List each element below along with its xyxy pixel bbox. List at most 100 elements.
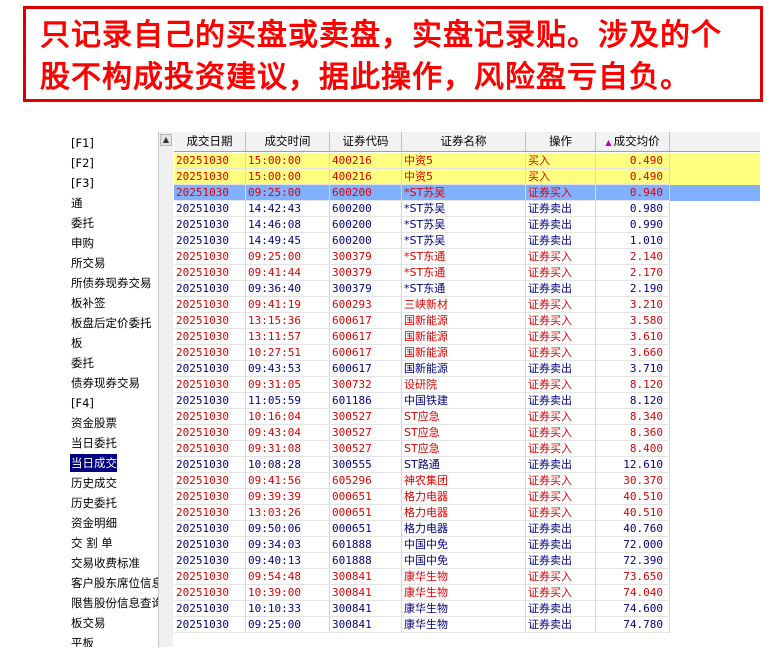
tree-item[interactable]: 所交易 xyxy=(70,254,106,272)
column-header-price[interactable]: ▲ 成交均价 xyxy=(596,132,670,151)
table-row[interactable]: 20251030 09:40:13 601888 中国中免 证券卖出 72.390 xyxy=(174,553,760,569)
cell-code: 600200 xyxy=(330,201,402,217)
cell-price: 30.370 xyxy=(596,473,670,489)
cell-op: 证券卖出 xyxy=(526,601,596,617)
table-row[interactable]: 20251030 14:49:45 600200 *ST苏吴 证券卖出 1.010 xyxy=(174,233,760,249)
tree-item[interactable]: 委托 xyxy=(70,214,94,232)
cell-name: 国新能源 xyxy=(402,361,526,377)
cell-op: 证券卖出 xyxy=(526,361,596,377)
table-row[interactable]: 20251030 13:15:36 600617 国新能源 证券买入 3.580 xyxy=(174,313,760,329)
tree-item[interactable]: 限售股份信息查询 xyxy=(70,594,158,612)
table-row[interactable]: 20251030 14:42:43 600200 *ST苏吴 证券卖出 0.980 xyxy=(174,201,760,217)
table-row[interactable]: 20251030 09:39:39 000651 格力电器 证券买入 40.510 xyxy=(174,489,760,505)
table-row[interactable]: 20251030 10:27:51 600617 国新能源 证券买入 3.660 xyxy=(174,345,760,361)
tree-item[interactable]: 资金明细 xyxy=(70,514,117,532)
column-header-time[interactable]: 成交时间 xyxy=(246,132,330,151)
tree-item[interactable]: [F3] xyxy=(70,174,94,192)
table-row[interactable]: 20251030 11:05:59 601186 中国铁建 证券卖出 8.120 xyxy=(174,393,760,409)
table-row[interactable]: 20251030 09:31:05 300732 设研院 证券买入 8.120 xyxy=(174,377,760,393)
cell-time: 09:40:13 xyxy=(246,553,330,569)
table-row[interactable]: 20251030 09:31:08 300527 ST应急 证券买入 8.400 xyxy=(174,441,760,457)
table-row[interactable]: 20251030 09:34:03 601888 中国中免 证券卖出 72.000 xyxy=(174,537,760,553)
cell-date: 20251030 xyxy=(174,217,246,233)
column-header-date[interactable]: 成交日期 xyxy=(174,132,246,151)
cell-date: 20251030 xyxy=(174,361,246,377)
table-row[interactable]: 20251030 09:54:48 300841 康华生物 证券买入 73.650 xyxy=(174,569,760,585)
cell-date: 20251030 xyxy=(174,441,246,457)
table-row[interactable]: 20251030 09:50:06 000651 格力电器 证券卖出 40.760 xyxy=(174,521,760,537)
cell-code: 600293 xyxy=(330,297,402,313)
tree-item[interactable]: 板盘后定价委托 xyxy=(70,314,152,332)
tree-item[interactable]: 交易收费标准 xyxy=(70,554,140,572)
cell-op: 证券买入 xyxy=(526,249,596,265)
tree-item[interactable]: 申购 xyxy=(70,234,94,252)
cell-date: 20251030 xyxy=(174,153,246,169)
cell-date: 20251030 xyxy=(174,265,246,281)
table-row[interactable]: 20251030 10:39:00 300841 康华生物 证券买入 74.040 xyxy=(174,585,760,601)
tree-item[interactable]: 当日委托 xyxy=(70,434,117,452)
table-row[interactable]: 20251030 15:00:00 400216 中资5 买入 0.490 xyxy=(174,169,760,185)
column-header-code[interactable]: 证券代码 xyxy=(330,132,402,151)
column-header-op[interactable]: 操作 xyxy=(526,132,596,151)
tree-item[interactable]: [F4] xyxy=(70,394,94,412)
table-row[interactable]: 20251030 09:43:53 600617 国新能源 证券卖出 3.710 xyxy=(174,361,760,377)
cell-name: 国新能源 xyxy=(402,345,526,361)
tree-item[interactable]: [F2] xyxy=(70,154,94,172)
cell-code: 601888 xyxy=(330,553,402,569)
cell-code: 300841 xyxy=(330,617,402,633)
cell-price: 73.650 xyxy=(596,569,670,585)
cell-price: 3.580 xyxy=(596,313,670,329)
table-row[interactable]: 20251030 10:16:04 300527 ST应急 证券买入 8.340 xyxy=(174,409,760,425)
tree-item[interactable]: 所债券现券交易 xyxy=(70,274,152,292)
cell-time: 15:00:00 xyxy=(246,169,330,185)
table-row[interactable]: 20251030 09:25:00 300841 康华生物 证券卖出 74.780 xyxy=(174,617,760,633)
tree-item[interactable]: 债券现券交易 xyxy=(70,374,140,392)
cell-time: 09:43:53 xyxy=(246,361,330,377)
table-row[interactable]: 20251030 14:46:08 600200 *ST苏吴 证券卖出 0.990 xyxy=(174,217,760,233)
cell-name: *ST东通 xyxy=(402,281,526,297)
cell-date: 20251030 xyxy=(174,201,246,217)
tree-item[interactable]: 板交易 xyxy=(70,614,106,632)
table-row[interactable]: 20251030 09:43:04 300527 ST应急 证券买入 8.360 xyxy=(174,425,760,441)
cell-code: 600200 xyxy=(330,217,402,233)
tree-item[interactable]: 历史成交 xyxy=(70,474,117,492)
column-header-name[interactable]: 证券名称 xyxy=(402,132,526,151)
cell-op: 证券买入 xyxy=(526,489,596,505)
cell-name: 中资5 xyxy=(402,169,526,185)
table-row[interactable]: 20251030 13:11:57 600617 国新能源 证券买入 3.610 xyxy=(174,329,760,345)
cell-time: 09:41:44 xyxy=(246,265,330,281)
table-row[interactable]: 20251030 09:25:00 600200 *ST苏吴 证券买入 0.940 xyxy=(174,185,760,201)
tree-scrollbar[interactable]: ▲ xyxy=(158,132,173,647)
cell-date: 20251030 xyxy=(174,521,246,537)
tree-item[interactable]: 历史委托 xyxy=(70,494,117,512)
cell-date: 20251030 xyxy=(174,553,246,569)
cell-price: 3.210 xyxy=(596,297,670,313)
tree-item[interactable]: 当日成交 xyxy=(70,454,117,472)
sort-ascending-icon: ▲ xyxy=(605,138,612,147)
cell-op: 买入 xyxy=(526,153,596,169)
tree-item[interactable]: 板 xyxy=(70,334,83,352)
tree-item[interactable]: 通 xyxy=(70,194,83,212)
cell-time: 15:00:00 xyxy=(246,153,330,169)
cell-name: *ST苏吴 xyxy=(402,233,526,249)
tree-item[interactable]: 平板 xyxy=(70,634,94,647)
tree-item[interactable]: 资金股票 xyxy=(70,414,117,432)
cell-code: 300527 xyxy=(330,425,402,441)
table-row[interactable]: 20251030 15:00:00 400216 中资5 买入 0.490 xyxy=(174,153,760,169)
table-row[interactable]: 20251030 13:03:26 000651 格力电器 证券买入 40.510 xyxy=(174,505,760,521)
tree-item[interactable]: 交 割 单 xyxy=(70,534,113,552)
table-row[interactable]: 20251030 09:36:40 300379 *ST东通 证券卖出 2.190 xyxy=(174,281,760,297)
table-row[interactable]: 20251030 09:25:00 300379 *ST东通 证券买入 2.140 xyxy=(174,249,760,265)
cell-time: 13:03:26 xyxy=(246,505,330,521)
tree-item[interactable]: 客户股东席位信息 xyxy=(70,574,158,592)
scroll-up-icon[interactable]: ▲ xyxy=(160,134,172,146)
cell-code: 300527 xyxy=(330,409,402,425)
table-row[interactable]: 20251030 10:10:33 300841 康华生物 证券卖出 74.600 xyxy=(174,601,760,617)
table-row[interactable]: 20251030 09:41:44 300379 *ST东通 证券买入 2.170 xyxy=(174,265,760,281)
tree-item[interactable]: [F1] xyxy=(70,134,94,152)
table-row[interactable]: 20251030 09:41:56 605296 神农集团 证券买入 30.370 xyxy=(174,473,760,489)
tree-item[interactable]: 委托 xyxy=(70,354,94,372)
tree-item[interactable]: 板补签 xyxy=(70,294,106,312)
table-row[interactable]: 20251030 09:41:19 600293 三峡新材 证券买入 3.210 xyxy=(174,297,760,313)
table-row[interactable]: 20251030 10:08:28 300555 ST路通 证券卖出 12.610 xyxy=(174,457,760,473)
